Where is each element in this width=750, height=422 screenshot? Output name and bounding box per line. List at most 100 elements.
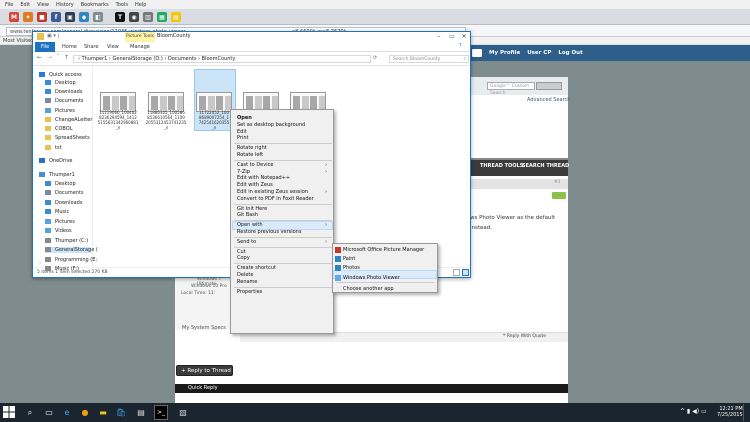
minimize-button[interactable]: – xyxy=(433,32,445,42)
pinned-tab-icon[interactable]: ◧ xyxy=(93,12,103,22)
maximize-button[interactable]: ▭ xyxy=(446,32,458,42)
file-thumbnail[interactable] xyxy=(100,92,136,112)
browser-menu-item[interactable]: Tools xyxy=(116,2,128,8)
nav-item[interactable]: Desktop xyxy=(45,181,76,187)
nav-item[interactable]: Pictures xyxy=(45,219,75,225)
context-menu-item[interactable]: Edit xyxy=(237,129,247,135)
context-menu-item[interactable]: Delete xyxy=(237,272,253,278)
open-with-item[interactable]: Photos xyxy=(343,265,360,271)
ribbon-tab-share[interactable]: Share xyxy=(84,44,98,50)
nav-user-cp[interactable]: User CP xyxy=(527,50,551,56)
nav-item[interactable]: Programming (E: xyxy=(45,257,97,263)
recent-chevron-icon[interactable]: ˅ xyxy=(57,54,60,60)
details-view-icon[interactable] xyxy=(453,269,460,276)
open-with-item[interactable]: Choose another app xyxy=(343,286,394,292)
nav-item[interactable]: Downloads xyxy=(45,200,82,206)
pinned-tab-icon[interactable]: f xyxy=(51,12,61,22)
firefox-icon[interactable]: ● xyxy=(78,405,92,420)
file-name[interactable]: 11886305_100586 8536610564_1109 20553124… xyxy=(145,110,187,130)
context-menu-item[interactable]: Open xyxy=(237,115,252,121)
command-prompt-icon[interactable]: >_ xyxy=(154,405,168,420)
pinned-tab-icon[interactable]: ✦ xyxy=(23,12,33,22)
context-menu-item[interactable]: Edit with Notepad++ xyxy=(237,175,290,181)
context-menu-item[interactable]: Convert to PDF in Foxit Reader xyxy=(237,196,314,202)
nav-item[interactable]: SpreadSheets xyxy=(45,135,90,141)
open-with-item[interactable]: Windows Photo Viewer xyxy=(343,275,400,281)
nav-item[interactable]: Music xyxy=(45,209,69,215)
context-menu-item[interactable]: 7-Zip xyxy=(237,169,250,175)
browser-menu-item[interactable]: Help xyxy=(135,2,146,8)
ribbon-tab-view[interactable]: View xyxy=(107,44,119,50)
close-button[interactable]: ✕ xyxy=(458,32,470,42)
clock[interactable]: 12:21 PM 7/25/2015 xyxy=(717,406,743,418)
nav-item[interactable]: Downloads xyxy=(45,89,82,95)
picture-tools-tab[interactable]: Picture Tools xyxy=(125,32,155,42)
context-menu-item[interactable]: Rename xyxy=(237,279,258,285)
forum-search-button[interactable] xyxy=(536,82,562,90)
browser-menu-item[interactable]: Edit xyxy=(20,2,30,8)
advanced-search-link[interactable]: Advanced Search xyxy=(527,97,570,103)
help-icon[interactable]: ? xyxy=(459,43,462,49)
nav-item[interactable]: OneDrive xyxy=(39,158,73,164)
browser-menu-item[interactable]: Bookmarks xyxy=(81,2,109,8)
nav-item[interactable]: Pictures xyxy=(45,108,75,114)
nav-item[interactable]: Documents xyxy=(45,98,84,104)
quick-access-toolbar[interactable]: ▣ ▾ | xyxy=(47,33,59,39)
pinned-tab-icon[interactable]: ▤ xyxy=(171,12,181,22)
pinned-tab-icon[interactable]: ■ xyxy=(37,12,47,22)
open-with-item[interactable]: Paint xyxy=(343,256,355,262)
context-menu-item[interactable]: Set as desktop background xyxy=(237,122,305,128)
up-arrow-icon[interactable]: ↑ xyxy=(64,54,69,61)
open-with-item[interactable]: Microsoft Office Picture Manager xyxy=(343,247,424,253)
context-menu-item[interactable]: Edit with Zeus xyxy=(237,182,273,188)
post-number[interactable]: #1 xyxy=(554,180,561,185)
context-menu-item[interactable]: Open with xyxy=(237,222,263,228)
file-explorer-icon[interactable]: ▬ xyxy=(96,405,110,420)
reply-to-thread-button[interactable]: + Reply to Thread xyxy=(176,365,233,376)
reply-with-quote-button[interactable]: ❝ Reply With Quote xyxy=(503,334,546,339)
nav-item[interactable]: GeneralStorage ( xyxy=(45,247,98,253)
nav-item[interactable]: Thumper1 xyxy=(39,172,75,178)
system-tray-icons[interactable]: ^ ▮ ◀) ▭ xyxy=(680,408,707,415)
address-bar[interactable]: › Thumper1 › GeneralStorage (D:) › Docum… xyxy=(73,55,371,63)
context-menu-item[interactable]: Rotate right xyxy=(237,145,267,151)
pinned-tab-icon[interactable]: ▦ xyxy=(157,12,167,22)
browser-menu-item[interactable]: File xyxy=(5,2,13,8)
large-icons-view-icon[interactable] xyxy=(462,269,469,276)
app-icon[interactable]: ▧ xyxy=(176,405,190,420)
start-button[interactable] xyxy=(3,406,15,418)
nav-scroll-left-icon[interactable]: ‹ xyxy=(39,260,41,266)
ribbon-tab-manage[interactable]: Manage xyxy=(130,44,150,50)
quick-reply-header[interactable]: Quick Reply xyxy=(175,384,568,393)
context-menu-item[interactable]: Create shortcut xyxy=(237,265,276,271)
back-arrow-icon[interactable]: ← xyxy=(37,54,42,61)
nav-item[interactable]: Documents xyxy=(45,190,84,196)
store-icon[interactable]: 🛍 xyxy=(114,405,128,420)
context-menu-item[interactable]: Git Init Here xyxy=(237,206,267,212)
show-desktop-button[interactable] xyxy=(743,404,749,421)
gmail-icon[interactable]: M xyxy=(9,12,19,22)
bookmark-most-visited[interactable]: Most Visited xyxy=(3,38,33,44)
browser-menu-item[interactable]: View xyxy=(37,2,49,8)
nav-item[interactable]: COBOL xyxy=(45,126,73,132)
pinned-tab-icon[interactable]: ▥ xyxy=(143,12,153,22)
context-menu-item[interactable]: Print xyxy=(237,135,249,141)
context-menu-item[interactable]: Cast to Device xyxy=(237,162,273,168)
forward-arrow-icon[interactable]: → xyxy=(47,54,52,61)
browser-menu-item[interactable]: History xyxy=(56,2,74,8)
nav-item[interactable]: ChangeALetter xyxy=(45,117,92,123)
pinned-tab-icon[interactable]: ◉ xyxy=(129,12,139,22)
nav-item[interactable]: Thumper (C:) xyxy=(45,238,88,244)
nav-item[interactable]: Videos xyxy=(45,228,72,234)
app-icon[interactable]: ▤ xyxy=(134,405,148,420)
nav-item[interactable]: Music (F:) xyxy=(45,266,79,272)
file-thumbnail[interactable] xyxy=(148,92,184,112)
pinned-tab-icon[interactable]: ◆ xyxy=(79,12,89,22)
search-icon[interactable]: ⌕ xyxy=(23,405,37,420)
context-menu-item[interactable]: Edit in existing Zeus session xyxy=(237,189,308,195)
context-menu-item[interactable]: Git Bash xyxy=(237,212,258,218)
file-thumbnail[interactable] xyxy=(196,92,232,112)
edge-icon[interactable]: e xyxy=(60,405,74,420)
context-menu-item[interactable]: Restore previous versions xyxy=(237,229,301,235)
explorer-search-input[interactable]: Search BloomCounty ⌕ xyxy=(389,55,469,63)
